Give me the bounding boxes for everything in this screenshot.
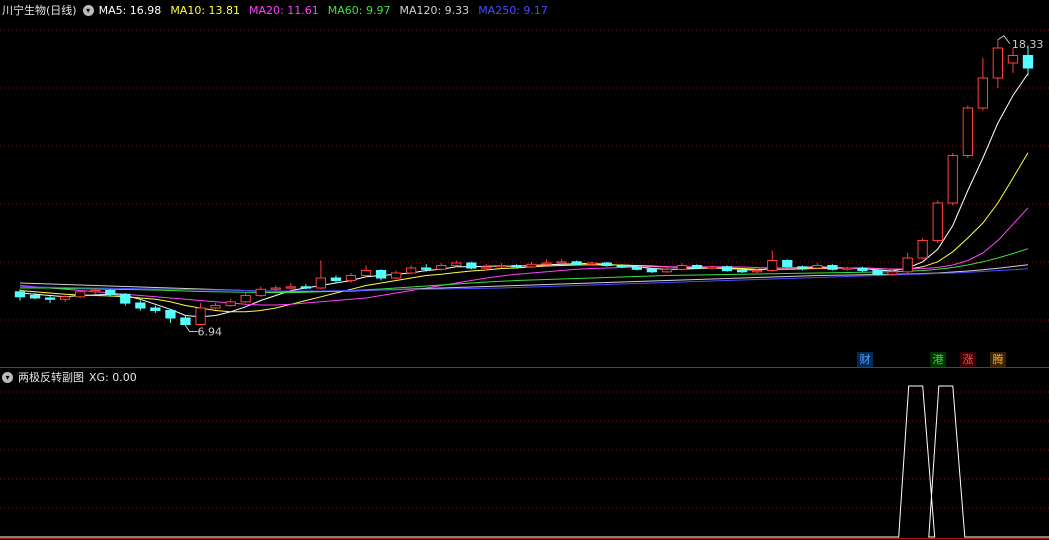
candle-body-39 <box>601 262 612 266</box>
candle-body-12 <box>195 307 206 325</box>
candle-body-47 <box>721 266 733 272</box>
candle-body-50 <box>767 260 778 271</box>
candle-body-42 <box>646 268 658 273</box>
candle-body-30 <box>466 262 477 269</box>
candle-body-9 <box>150 307 161 311</box>
candle-body-38 <box>586 262 597 265</box>
chevron-down-icon[interactable]: ▾ <box>82 4 94 16</box>
candle-body-45 <box>691 265 703 269</box>
candle-body-46 <box>706 266 718 269</box>
candle-body-55 <box>842 267 853 270</box>
candle-body-67 <box>1022 55 1034 69</box>
chevron-down-icon[interactable]: ▾ <box>2 371 13 383</box>
candle-body-37 <box>571 261 582 265</box>
low-label: 6.94 <box>197 326 222 339</box>
xg-signal-line <box>0 385 1049 538</box>
candle-body-33 <box>511 265 522 268</box>
candle-body-0 <box>14 291 26 298</box>
candle-body-57 <box>872 270 883 275</box>
candle-body-35 <box>541 262 552 265</box>
candle-body-48 <box>737 270 748 273</box>
candle-body-3 <box>60 296 71 300</box>
candle-body-54 <box>827 265 838 270</box>
main-chart-header: 川宁生物(日线) ▾ MA5: 16.98 MA10: 13.81 MA20: 11… <box>2 1 557 19</box>
candle-body-51 <box>782 260 793 268</box>
event-badge-1[interactable]: 港 <box>930 352 946 367</box>
event-badge-0[interactable]: 财 <box>857 352 873 367</box>
candle-body-10 <box>165 310 176 319</box>
candle-body-40 <box>616 265 627 268</box>
candle-body-15 <box>240 295 251 303</box>
candle-body-16 <box>255 288 266 297</box>
candle-body-32 <box>496 265 507 268</box>
candle-body-56 <box>857 267 868 271</box>
candle-body-29 <box>451 262 462 266</box>
candle-body-44 <box>676 265 688 270</box>
candle-body-2 <box>44 297 56 300</box>
candle-body-43 <box>661 268 673 273</box>
candle-body-19 <box>300 286 312 289</box>
candle-body-53 <box>812 265 823 269</box>
candle-body-13 <box>210 305 221 309</box>
candle-body-31 <box>481 266 492 269</box>
ma-legend-ma5: MA5: 16.98 <box>98 3 162 17</box>
candle-body-22 <box>345 275 357 281</box>
candle-body-20 <box>315 277 327 289</box>
ma-legend-ma10: MA10: 13.81 <box>170 3 241 17</box>
candle-body-26 <box>406 267 417 274</box>
high-label: 18.33 <box>1012 38 1043 51</box>
candle-body-11 <box>180 317 191 325</box>
ma-legend-ma20: MA20: 11.61 <box>249 3 319 17</box>
candle-body-7 <box>120 293 131 304</box>
candle-body-8 <box>135 302 146 309</box>
candle-body-66 <box>1007 55 1019 64</box>
ma-legend-ma60: MA60: 9.97 <box>327 3 391 17</box>
candle-body-64 <box>977 77 989 109</box>
candle-body-14 <box>225 301 236 307</box>
ma-legend: MA5: 16.98 MA10: 13.81 MA20: 11.61 MA60: 9.… <box>99 4 557 17</box>
candle-body-1 <box>29 295 41 299</box>
candle-body-36 <box>556 261 567 264</box>
candle-body-18 <box>285 286 296 289</box>
ma-legend-ma120: MA120: 9.33 <box>399 3 470 17</box>
chart-canvas: 18.33 6.94 <box>0 29 1049 539</box>
candle-body-58 <box>887 271 898 275</box>
candle-body-6 <box>105 290 116 295</box>
candle-body-17 <box>270 287 281 290</box>
sub-chart-title: 两极反转副图 <box>18 371 84 384</box>
candle-body-60 <box>917 240 928 259</box>
candle-body-24 <box>375 270 387 279</box>
xg-value: XG: 0.00 <box>89 370 137 384</box>
candle-body-21 <box>330 277 342 281</box>
candle-body-23 <box>360 270 372 276</box>
candle-body-52 <box>797 266 808 269</box>
candle-body-59 <box>902 257 913 273</box>
candle-body-61 <box>932 202 943 241</box>
candle-body-28 <box>436 265 447 270</box>
event-badge-2[interactable]: 涨 <box>960 352 976 367</box>
candle-body-41 <box>631 266 643 270</box>
candle-body-62 <box>947 155 958 204</box>
candle-body-34 <box>526 263 537 268</box>
candle-body-49 <box>752 270 763 273</box>
event-badge-3[interactable]: 腾 <box>990 352 1006 367</box>
candle-body-5 <box>90 290 101 293</box>
sub-chart-header: ▾ 两极反转副图 XG: 0.00 <box>2 368 137 386</box>
stock-title: 川宁生物(日线) <box>2 4 77 17</box>
candle-body-25 <box>391 272 402 279</box>
low-marker <box>185 325 198 332</box>
candle-body-65 <box>992 47 1004 79</box>
candle-body-63 <box>962 107 974 156</box>
high-marker <box>997 35 1011 45</box>
candle-body-27 <box>421 267 432 270</box>
ma-legend-ma250: MA250: 9.17 <box>478 3 548 17</box>
candle-body-4 <box>75 291 86 298</box>
